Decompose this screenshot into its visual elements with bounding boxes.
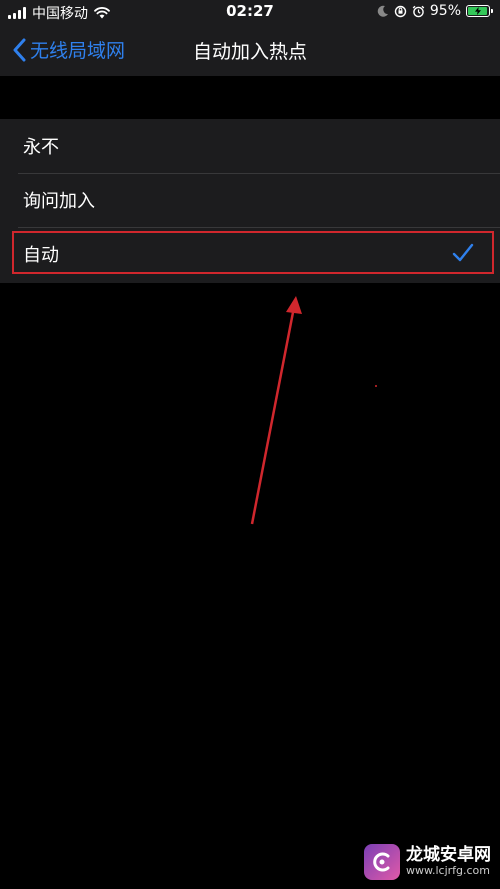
charging-bolt-icon xyxy=(474,7,481,15)
option-ask-to-join[interactable]: 询问加入 xyxy=(0,173,500,227)
option-never[interactable]: 永不 xyxy=(0,119,500,173)
back-button[interactable]: 无线局域网 xyxy=(12,36,125,63)
watermark: 龙城安卓网 www.lcjrfg.com xyxy=(364,844,491,880)
alarm-icon xyxy=(412,5,425,17)
checkmark-icon xyxy=(452,243,474,262)
status-bar: 中国移动 02:27 95% xyxy=(0,0,500,24)
nav-bar: 无线局域网 自动加入热点 xyxy=(0,24,500,76)
option-label: 询问加入 xyxy=(23,191,95,212)
watermark-text: 龙城安卓网 www.lcjrfg.com xyxy=(406,845,491,878)
battery-fill xyxy=(468,7,487,15)
option-automatic[interactable]: 自动 xyxy=(0,227,500,281)
watermark-title: 龙城安卓网 xyxy=(406,845,491,866)
watermark-url: www.lcjrfg.com xyxy=(406,864,491,878)
battery-icon xyxy=(466,5,493,17)
back-label: 无线局域网 xyxy=(30,40,126,62)
battery-percent: 95% xyxy=(429,3,461,19)
chevron-left-icon xyxy=(13,38,26,61)
option-label: 自动 xyxy=(23,245,59,266)
moon-icon xyxy=(377,5,388,17)
status-right: 95% xyxy=(377,3,493,19)
watermark-logo-icon xyxy=(364,844,400,880)
rotation-lock-icon xyxy=(394,5,407,17)
options-list: 永不 询问加入 自动 xyxy=(0,119,500,283)
option-label: 永不 xyxy=(23,137,59,158)
